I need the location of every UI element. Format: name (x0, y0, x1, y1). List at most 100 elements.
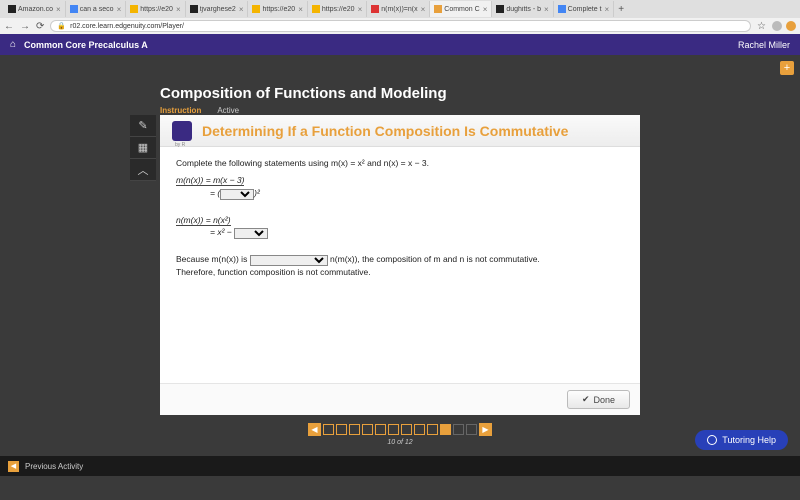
slide-icon (172, 121, 192, 141)
lesson-title: Composition of Functions and Modeling (160, 85, 640, 102)
panel-header: Determining If a Function Composition Is… (160, 115, 640, 147)
tab-favicon (496, 5, 504, 13)
tab-favicon (558, 5, 566, 13)
panel-footer: ✔ Done (160, 383, 640, 415)
pager-box[interactable] (323, 424, 334, 435)
url-text: r02.core.learn.edgenuity.com/Player/ (70, 23, 184, 30)
pager-next[interactable]: ▶ (479, 423, 492, 436)
done-button[interactable]: ✔ Done (567, 390, 630, 409)
pager-box[interactable] (388, 424, 399, 435)
browser-tab[interactable]: Common C × (430, 1, 492, 17)
eq-2: n(m(x)) = n(x²) (176, 214, 624, 227)
reload-icon[interactable]: ⟳ (36, 21, 44, 32)
pager-box[interactable] (466, 424, 477, 435)
pencil-icon[interactable]: ✎ (130, 115, 156, 137)
star-icon[interactable]: ☆ (757, 21, 766, 32)
browser-tab[interactable]: Amazon.co× (4, 1, 66, 17)
content-panel: Determining If a Function Composition Is… (160, 115, 640, 415)
add-button[interactable]: + (780, 61, 794, 75)
tab-title: dughitts - b (506, 6, 541, 13)
browser-tab[interactable]: n(m(x))=n(x × (367, 1, 430, 17)
tab-close-icon[interactable]: × (483, 5, 488, 14)
tab-favicon (8, 5, 16, 13)
url-bar[interactable]: 🔒 r02.core.learn.edgenuity.com/Player/ (50, 20, 751, 32)
chat-icon (707, 435, 717, 445)
lesson-header: Composition of Functions and Modeling In… (160, 85, 640, 119)
tab-close-icon[interactable]: × (544, 5, 549, 14)
tab-close-icon[interactable]: × (239, 5, 244, 14)
tab-favicon (312, 5, 320, 13)
pager-box[interactable] (336, 424, 347, 435)
pager-box[interactable] (362, 424, 373, 435)
calculator-icon[interactable]: ▦ (130, 137, 156, 159)
eq-2b: = x² − (210, 226, 624, 239)
check-icon: ✔ (582, 394, 590, 405)
back-icon[interactable]: ← (4, 21, 14, 32)
tab-close-icon[interactable]: × (358, 5, 363, 14)
prev-activity-link[interactable]: Previous Activity (25, 462, 83, 471)
user-name: Rachel Miller (738, 40, 790, 50)
browser-tab[interactable]: https://e20× (308, 1, 367, 17)
pager-label: 10 of 12 (160, 439, 640, 446)
extension-icon[interactable] (786, 21, 796, 31)
tab-title: Amazon.co (18, 6, 53, 13)
pager-box[interactable] (453, 424, 464, 435)
browser-tab[interactable]: https://e20× (248, 1, 307, 17)
tab-title: Complete t (568, 6, 602, 13)
pager-box[interactable] (349, 424, 360, 435)
panel-body: Complete the following statements using … (160, 147, 640, 383)
tab-favicon (70, 5, 78, 13)
pager-prev[interactable]: ◀ (308, 423, 321, 436)
new-tab-button[interactable]: + (614, 4, 628, 15)
tab-favicon (130, 5, 138, 13)
tab-title: https://e20 (262, 6, 295, 13)
prev-icon[interactable]: ◀ (8, 461, 19, 472)
bottom-bar: ◀ Previous Activity (0, 456, 800, 476)
conclusion-2: Therefore, function composition is not c… (176, 266, 624, 279)
tutoring-help-button[interactable]: Tutoring Help (695, 430, 788, 450)
profile-icons (772, 21, 796, 31)
instruction-text: Complete the following statements using … (176, 157, 624, 170)
browser-chrome: Amazon.co×can a seco×https://e20×tjvargh… (0, 0, 800, 34)
slide-title: Determining If a Function Composition Is… (202, 123, 568, 139)
tab-favicon (434, 5, 442, 13)
address-row: ← → ⟳ 🔒 r02.core.learn.edgenuity.com/Pla… (0, 18, 800, 34)
pager-box[interactable] (427, 424, 438, 435)
tab-favicon (252, 5, 260, 13)
home-icon[interactable]: ⌂ (10, 39, 16, 50)
browser-tab[interactable]: can a seco× (66, 1, 127, 17)
lock-icon: 🔒 (57, 22, 66, 30)
tab-title: https://e20 (322, 6, 355, 13)
tab-close-icon[interactable]: × (421, 5, 426, 14)
tab-close-icon[interactable]: × (176, 5, 181, 14)
tab-favicon (371, 5, 379, 13)
tab-title: tjvarghese2 (200, 6, 236, 13)
collapse-icon[interactable]: ︿ (130, 159, 156, 181)
conclusion-1: Because m(n(x)) is n(m(x)), the composit… (176, 253, 624, 266)
tab-title: n(m(x))=n(x (381, 6, 417, 13)
tab-close-icon[interactable]: × (605, 5, 610, 14)
tab-close-icon[interactable]: × (298, 5, 303, 14)
tab-title: Common C (444, 6, 479, 13)
pager-box[interactable] (375, 424, 386, 435)
pager-box[interactable] (401, 424, 412, 435)
tab-favicon (190, 5, 198, 13)
forward-icon[interactable]: → (20, 21, 30, 32)
dropdown-1[interactable] (220, 189, 254, 200)
pager-box[interactable] (440, 424, 451, 435)
profile-avatar[interactable] (772, 21, 782, 31)
browser-tab[interactable]: tjvarghese2× (186, 1, 249, 17)
main-area: + Composition of Functions and Modeling … (0, 55, 800, 476)
browser-tab[interactable]: Complete t× (554, 1, 615, 17)
side-toolbar: ✎ ▦ ︿ (130, 115, 156, 181)
tab-title: can a seco (80, 6, 114, 13)
tab-close-icon[interactable]: × (117, 5, 122, 14)
pager-box[interactable] (414, 424, 425, 435)
tab-close-icon[interactable]: × (56, 5, 61, 14)
browser-tab[interactable]: https://e20× (126, 1, 185, 17)
dropdown-3[interactable] (250, 255, 328, 266)
dropdown-2[interactable] (234, 228, 268, 239)
eq-1: m(n(x)) = m(x − 3) (176, 174, 624, 187)
browser-tab[interactable]: dughitts - b× (492, 1, 553, 17)
eq-1b: = ()² (210, 187, 624, 200)
